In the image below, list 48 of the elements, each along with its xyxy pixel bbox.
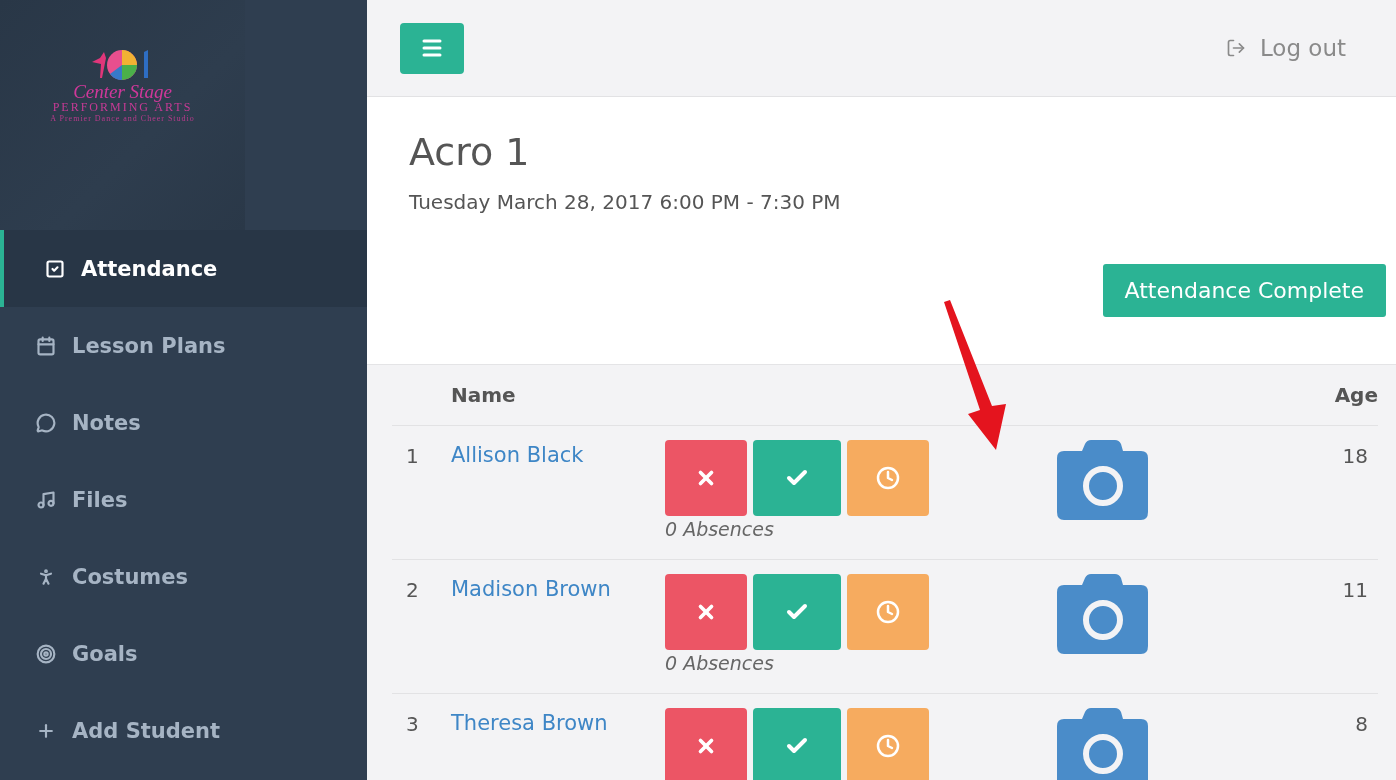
logo-subtitle: PERFORMING ARTS [52,101,193,115]
student-age: 18 [1342,444,1369,468]
present-button[interactable] [753,440,841,516]
clock-icon [876,734,900,758]
attendance-complete-button[interactable]: Attendance Complete [1102,264,1386,317]
sidebar-item-icon [36,489,56,510]
column-header: Name [451,383,517,407]
class-title: Acro 1 [409,130,531,174]
sidebar-item[interactable]: Lesson Plans [0,307,367,384]
sidebar-item[interactable]: Goals [0,615,367,692]
absent-button[interactable] [665,440,747,516]
clock-icon [876,466,900,490]
student-name-link[interactable]: Allison Black [451,443,584,467]
row-number: 2 [405,578,420,602]
sidebar-item[interactable]: Notes [0,384,367,461]
sidebar-item-icon [36,335,56,356]
sidebar-item[interactable]: Attendance [0,230,367,307]
present-button[interactable] [753,708,841,780]
camera-icon[interactable] [1057,440,1148,520]
student-age: 8 [1355,712,1369,736]
column-header: Age [1334,383,1378,407]
class-schedule: Tuesday March 28, 2017 6:00 PM - 7:30 PM [409,190,842,214]
absences-count: 0 Absences [665,518,774,540]
row-number: 1 [405,444,420,468]
student-name-link[interactable]: Theresa Brown [451,711,608,735]
clock-icon [876,600,900,624]
logout-icon [1225,38,1246,58]
menu-button[interactable] [400,22,464,74]
sidebar-item-icon [36,643,56,664]
sidebar-item[interactable]: Costumes [0,538,367,615]
student-age: 11 [1342,578,1369,602]
sidebar-item[interactable]: Files [0,461,367,538]
late-button[interactable] [847,440,929,516]
camera-icon[interactable] [1057,708,1148,780]
logo-tagline: A Premier Dance and Cheer Studio [50,114,195,124]
sidebar-item[interactable]: Add Student [0,692,367,769]
late-button[interactable] [847,574,929,650]
present-button[interactable] [753,574,841,650]
sidebar-item-icon [45,258,65,279]
sidebar-item-icon [36,412,56,433]
row-number: 3 [405,712,420,736]
student-name-link[interactable]: Madison Brown [451,577,611,601]
absences-count: 0 Absences [665,652,774,674]
late-button[interactable] [847,708,929,780]
absent-button[interactable] [665,574,747,650]
absent-button[interactable] [665,708,747,780]
logout-link[interactable]: Log out [1225,35,1346,61]
camera-icon[interactable] [1057,574,1148,654]
